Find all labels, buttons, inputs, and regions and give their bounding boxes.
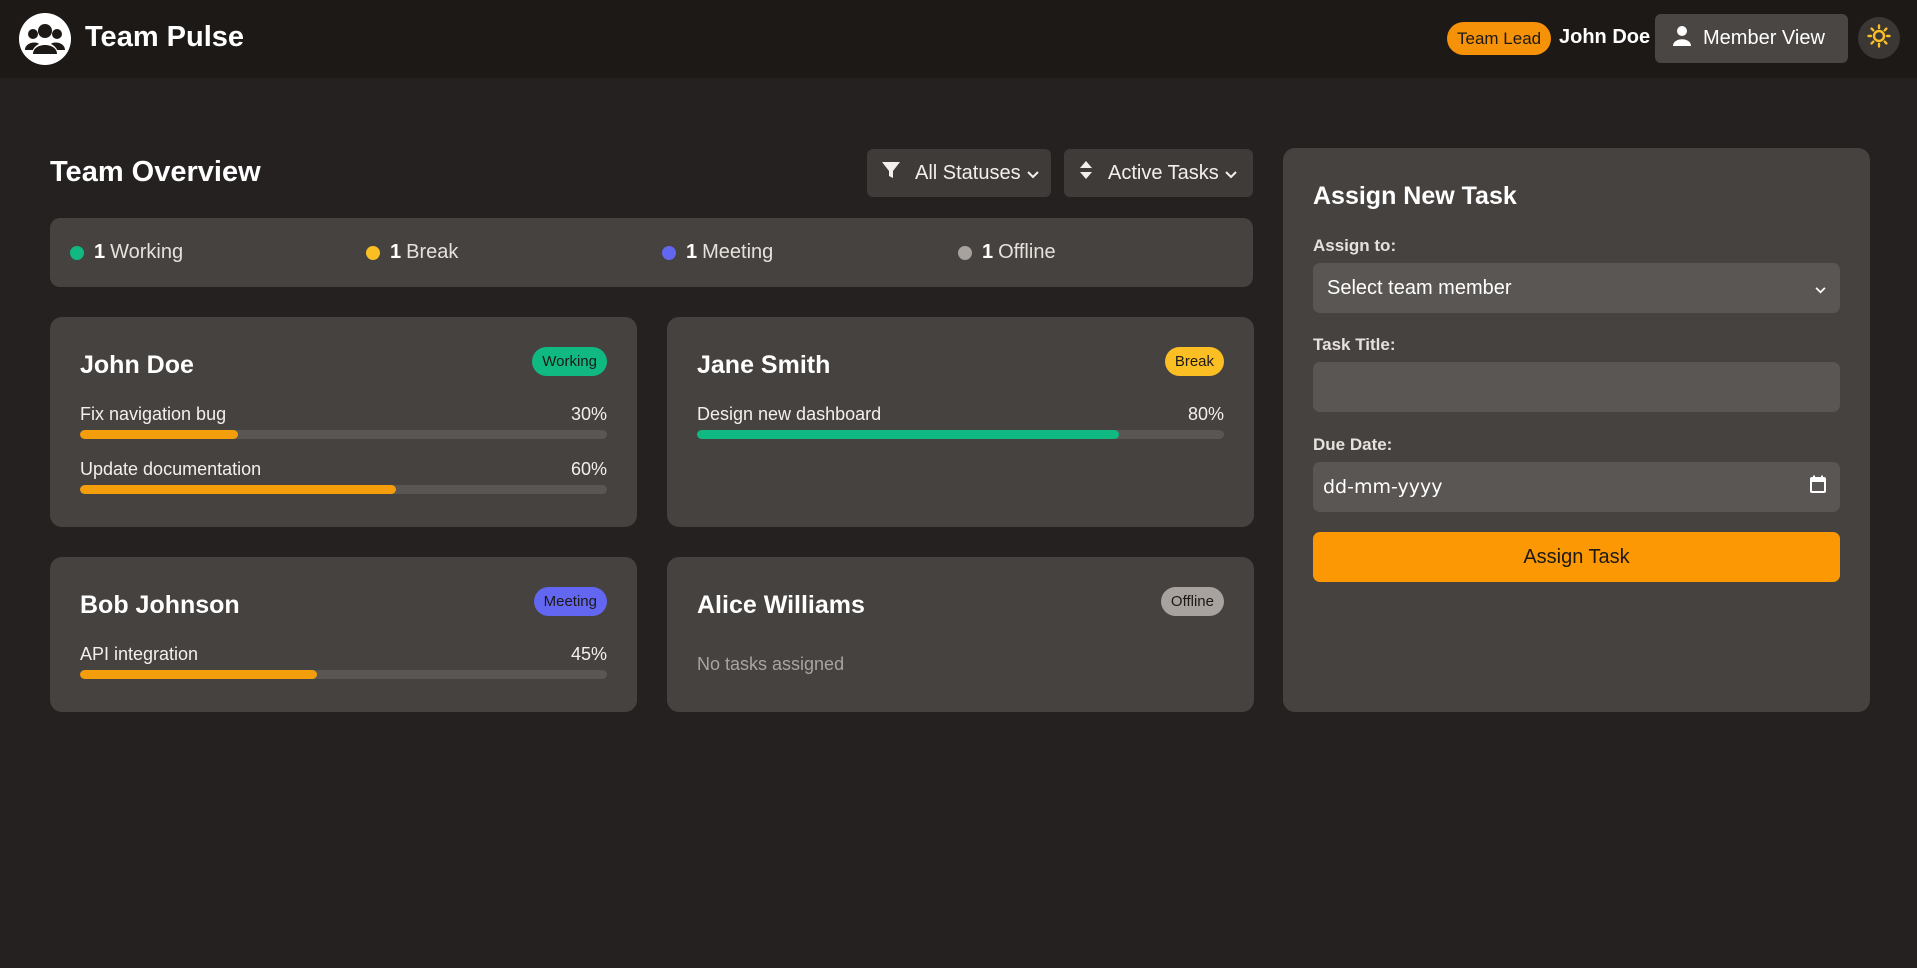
task-progress-label: 30% xyxy=(570,404,607,424)
summary-label: Offline xyxy=(998,241,1056,263)
assign-task-button[interactable]: Assign Task xyxy=(1313,532,1840,582)
progress-bar xyxy=(80,670,607,679)
summary-count: 1 xyxy=(982,241,994,263)
member-name: Alice Williams xyxy=(697,591,865,619)
status-badge: Break xyxy=(1164,347,1224,376)
assign-to-value: Select team member xyxy=(1327,276,1512,299)
panel-title: Assign New Task xyxy=(1313,182,1517,210)
assign-task-panel: Assign New Task Assign to: Select team m… xyxy=(1283,148,1870,712)
status-dot-icon xyxy=(662,245,676,260)
member-view-label: Member View xyxy=(1703,27,1825,49)
progress-bar xyxy=(80,485,607,494)
assign-to-label: Assign to: xyxy=(1313,236,1397,255)
status-dot-icon xyxy=(366,245,380,260)
member-view-button[interactable]: Member View xyxy=(1655,14,1848,63)
chevron-down-icon xyxy=(1815,277,1826,300)
task-title: Update documentation xyxy=(80,459,262,479)
summary-offline: 1 Offline xyxy=(958,218,1056,287)
status-summary-bar: 1 Working 1 Break 1 Meeting 1 Offline xyxy=(50,218,1253,287)
status-badge: Offline xyxy=(1160,587,1224,616)
calendar-icon[interactable] xyxy=(1810,475,1826,499)
current-user-name: John Doe xyxy=(1559,26,1651,48)
summary-count: 1 xyxy=(94,241,106,263)
task-title-label: Task Title: xyxy=(1313,335,1396,354)
top-header: Team Pulse Team Lead John Doe Member Vie… xyxy=(0,0,1917,78)
chevron-down-icon xyxy=(1026,162,1039,185)
sort-dropdown[interactable]: Active Tasks xyxy=(1064,149,1253,197)
member-card-john-doe[interactable]: John Doe Working Fix navigation bug 30% … xyxy=(50,317,637,527)
status-dot-icon xyxy=(958,245,972,260)
status-filter-label: All Statuses xyxy=(915,161,1021,184)
filter-icon xyxy=(881,160,901,186)
task-progress-label: 45% xyxy=(570,644,607,664)
summary-count: 1 xyxy=(390,241,402,263)
summary-label: Working xyxy=(110,241,184,263)
progress-bar xyxy=(697,430,1224,439)
progress-bar xyxy=(80,430,607,439)
task-progress-label: 80% xyxy=(1187,404,1224,424)
member-name: Bob Johnson xyxy=(80,591,240,619)
sort-icon xyxy=(1080,161,1092,185)
progress-fill xyxy=(80,430,239,439)
task-item: Update documentation 60% xyxy=(80,459,607,494)
task-title-input[interactable] xyxy=(1313,362,1840,412)
sun-icon xyxy=(1867,23,1891,53)
status-badge: Working xyxy=(532,347,607,376)
task-item: Design new dashboard 80% xyxy=(697,404,1224,439)
member-name: John Doe xyxy=(80,351,194,379)
task-item: Fix navigation bug 30% xyxy=(80,404,607,439)
summary-label: Meeting xyxy=(702,241,774,263)
user-icon xyxy=(1673,25,1691,52)
progress-fill xyxy=(80,485,397,494)
summary-working: 1 Working xyxy=(70,218,183,287)
summary-break: 1 Break xyxy=(366,218,458,287)
assign-to-select[interactable]: Select team member xyxy=(1313,263,1840,313)
task-title: Fix navigation bug xyxy=(80,404,227,424)
member-card-jane-smith[interactable]: Jane Smith Break Design new dashboard 80… xyxy=(667,317,1254,527)
status-dot-icon xyxy=(70,245,84,260)
chevron-down-icon xyxy=(1225,162,1237,185)
theme-toggle-button[interactable] xyxy=(1858,17,1900,59)
member-name: Jane Smith xyxy=(697,351,831,379)
task-item: API integration 45% xyxy=(80,644,607,679)
status-badge: Meeting xyxy=(533,587,607,616)
empty-tasks-text: No tasks assigned xyxy=(697,654,845,674)
member-card-alice-williams[interactable]: Alice Williams Offline No tasks assigned xyxy=(667,557,1254,712)
sort-label: Active Tasks xyxy=(1108,161,1219,184)
task-title: API integration xyxy=(80,644,199,664)
due-date-input[interactable]: dd-mm-yyyy xyxy=(1313,462,1840,512)
summary-label: Break xyxy=(406,241,459,263)
progress-fill xyxy=(697,430,1119,439)
team-overview-title: Team Overview xyxy=(50,156,261,188)
users-icon xyxy=(19,13,71,65)
due-date-label: Due Date: xyxy=(1313,435,1393,454)
member-card-bob-johnson[interactable]: Bob Johnson Meeting API integration 45% xyxy=(50,557,637,712)
role-badge: Team Lead xyxy=(1447,22,1552,55)
progress-fill xyxy=(80,670,318,679)
app-title: Team Pulse xyxy=(85,21,245,53)
summary-meeting: 1 Meeting xyxy=(662,218,773,287)
task-progress-label: 60% xyxy=(570,459,607,479)
task-title: Design new dashboard xyxy=(697,404,882,424)
due-date-placeholder: dd-mm-yyyy xyxy=(1323,476,1443,498)
status-filter-dropdown[interactable]: All Statuses xyxy=(867,149,1051,197)
summary-count: 1 xyxy=(686,241,698,263)
